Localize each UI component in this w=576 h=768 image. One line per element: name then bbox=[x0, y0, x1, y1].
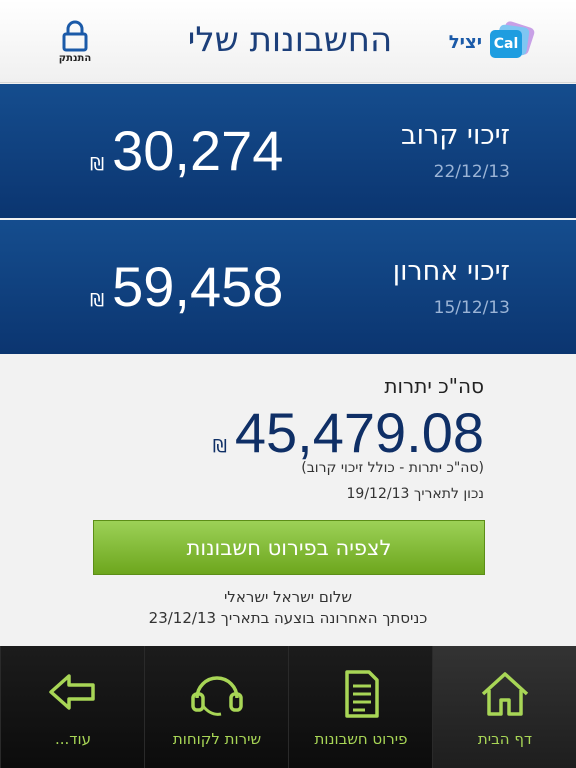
page-title: החשבונות שלי bbox=[187, 20, 393, 60]
brand-text: יציל bbox=[448, 31, 482, 53]
brand-logo: יציל Cal bbox=[448, 20, 536, 62]
headset-icon bbox=[191, 676, 243, 716]
shekel-symbol: ₪ bbox=[90, 154, 105, 175]
view-account-details-button[interactable]: לצפיה בפירוט חשבונות bbox=[93, 520, 485, 575]
lock-icon bbox=[62, 20, 88, 52]
cal-logo-icon: Cal bbox=[490, 20, 536, 62]
cal-logo-text: Cal bbox=[490, 30, 522, 58]
balance-summary: סה"כ יתרות ₪ 45,479.08 (סה"כ יתרות - כול… bbox=[0, 356, 576, 646]
tab-account-details-label: פירוט חשבונות bbox=[314, 730, 408, 748]
bottom-tab-bar: עוד... שירות לקוחות פירוט חשבונות דף הבי… bbox=[0, 646, 576, 768]
tab-more[interactable]: עוד... bbox=[0, 646, 144, 768]
upcoming-credit-title: זיכוי קרוב bbox=[400, 120, 510, 151]
balance-as-of-date: נכון לתאריך 19/12/13 bbox=[346, 486, 485, 502]
logout-label: התנתק bbox=[58, 53, 92, 64]
upcoming-credit-amount: ₪ 30,274 bbox=[90, 118, 283, 183]
total-balance-note: (סה"כ יתרות - כולל זיכוי קרוב) bbox=[301, 460, 484, 476]
tab-home[interactable]: דף הבית bbox=[432, 646, 576, 768]
last-credit-amount: ₪ 59,458 bbox=[90, 254, 283, 319]
upcoming-credit-date: 22/12/13 bbox=[433, 162, 510, 182]
last-credit-panel: זיכוי אחרון 15/12/13 ₪ 59,458 bbox=[0, 220, 576, 354]
shekel-symbol: ₪ bbox=[90, 290, 105, 311]
last-credit-date: 15/12/13 bbox=[433, 298, 510, 318]
home-icon bbox=[481, 672, 529, 716]
tab-more-label: עוד... bbox=[55, 730, 91, 748]
document-icon bbox=[345, 670, 379, 718]
tab-account-details[interactable]: פירוט חשבונות bbox=[288, 646, 432, 768]
last-credit-value: 59,458 bbox=[112, 255, 284, 318]
shekel-symbol: ₪ bbox=[212, 436, 227, 457]
tab-home-label: דף הבית bbox=[477, 730, 533, 748]
last-login-text: כניסתך האחרונה בוצעה בתאריך 23/12/13 bbox=[148, 609, 428, 627]
greeting-text: שלום ישראל ישראלי bbox=[223, 588, 353, 606]
upcoming-credit-panel: זיכוי קרוב 22/12/13 ₪ 30,274 bbox=[0, 84, 576, 218]
total-balance-value: 45,479.08 bbox=[234, 401, 484, 464]
app-header: התנתק החשבונות שלי יציל Cal bbox=[0, 0, 576, 83]
logout-button[interactable]: התנתק bbox=[50, 20, 100, 64]
tab-customer-service[interactable]: שירות לקוחות bbox=[144, 646, 288, 768]
tab-customer-service-label: שירות לקוחות bbox=[172, 730, 262, 748]
last-credit-title: זיכוי אחרון bbox=[392, 256, 510, 287]
arrow-left-icon bbox=[49, 674, 95, 710]
total-balance-amount: ₪ 45,479.08 bbox=[213, 400, 484, 465]
total-balance-label: סה"כ יתרות bbox=[384, 374, 484, 398]
upcoming-credit-value: 30,274 bbox=[112, 119, 284, 182]
